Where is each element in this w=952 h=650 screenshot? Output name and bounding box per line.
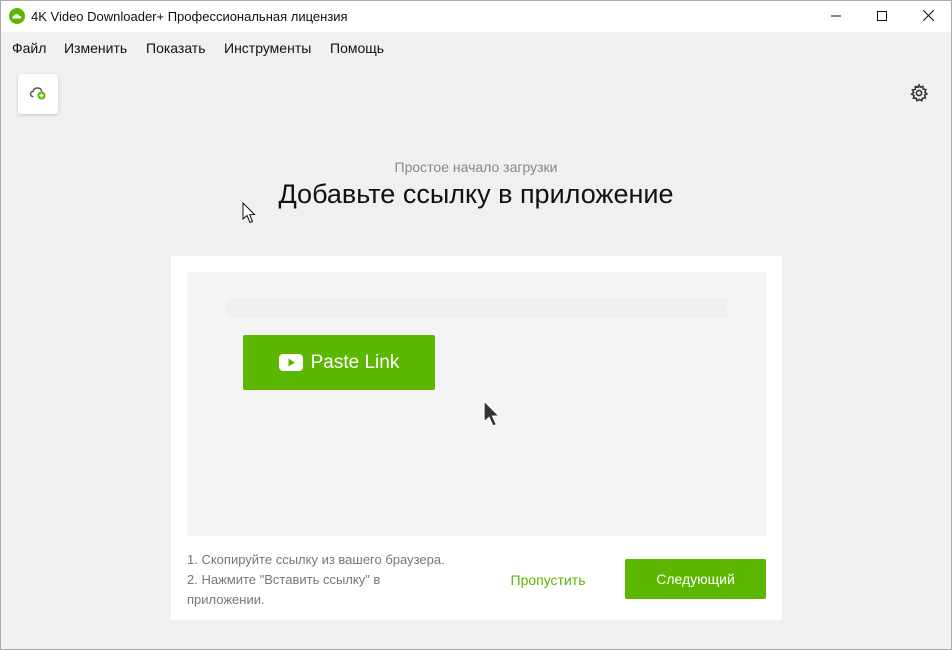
onboarding-headline: Добавьте ссылку в приложение xyxy=(278,179,674,209)
add-link-button[interactable] xyxy=(18,74,58,114)
next-button[interactable]: Следующий xyxy=(625,559,766,599)
gear-icon xyxy=(909,82,929,108)
demo-cursor-icon xyxy=(483,399,507,430)
instructions: 1. Скопируйте ссылку из вашего браузера.… xyxy=(187,550,477,610)
preview-toolbar-placeholder xyxy=(227,298,727,318)
mouse-pointer-icon xyxy=(242,201,256,224)
paste-link-label: Paste Link xyxy=(310,351,400,373)
window-title: 4K Video Downloader+ Профессиональная ли… xyxy=(31,9,348,24)
instruction-step-2: 2. Нажмите "Вставить ссылку" в приложени… xyxy=(187,572,381,607)
onboarding-card: Paste Link 1. Скопируйте ссылку из вашег… xyxy=(171,256,782,620)
menu-edit[interactable]: Изменить xyxy=(64,40,127,56)
onboarding-subtitle: Простое начало загрузки xyxy=(394,159,558,175)
menu-tools[interactable]: Инструменты xyxy=(224,40,311,56)
menu-help[interactable]: Помощь xyxy=(330,40,384,56)
title-bar[interactable]: 4K Video Downloader+ Профессиональная ли… xyxy=(1,1,951,32)
minimize-icon xyxy=(831,8,841,26)
skip-button[interactable]: Пропустить xyxy=(501,560,595,600)
tutorial-preview: Paste Link xyxy=(187,272,766,536)
close-icon xyxy=(922,8,934,26)
maximize-icon xyxy=(877,8,887,26)
instruction-step-1: 1. Скопируйте ссылку из вашего браузера. xyxy=(187,552,445,567)
minimize-button[interactable] xyxy=(813,1,859,32)
close-button[interactable] xyxy=(905,1,951,32)
menu-file[interactable]: Файл xyxy=(12,40,46,56)
paste-link-button[interactable]: Paste Link xyxy=(243,335,435,390)
menu-view[interactable]: Показать xyxy=(146,40,206,56)
settings-button[interactable] xyxy=(907,82,931,108)
cloud-download-icon xyxy=(9,8,25,24)
youtube-icon xyxy=(278,354,303,371)
maximize-button[interactable] xyxy=(859,1,905,32)
add-link-icon xyxy=(29,83,47,106)
app-window: 4K Video Downloader+ Профессиональная ли… xyxy=(0,0,952,650)
menu-bar: Файл Изменить Показать Инструменты Помощ… xyxy=(1,32,951,62)
